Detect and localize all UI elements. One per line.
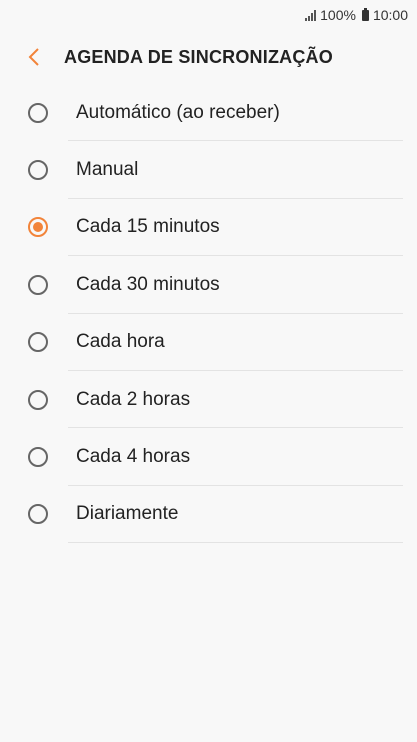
signal-icon xyxy=(305,9,317,21)
option-2-hours[interactable]: Cada 2 horas xyxy=(0,371,417,429)
option-hourly[interactable]: Cada hora xyxy=(0,314,417,371)
clock: 10:00 xyxy=(372,7,408,23)
page-title: AGENDA DE SINCRONIZAÇÃO xyxy=(64,46,333,67)
option-manual[interactable]: Manual xyxy=(0,141,417,199)
battery-icon xyxy=(361,7,369,21)
option-15-minutes[interactable]: Cada 15 minutos xyxy=(0,199,417,257)
option-label: Cada 30 minutos xyxy=(76,273,220,295)
radio-button[interactable] xyxy=(28,332,48,353)
option-label: Cada 2 horas xyxy=(76,388,191,410)
option-label: Diariamente xyxy=(76,503,179,525)
divider xyxy=(68,542,403,544)
app-header: AGENDA DE SINCRONIZAÇÃO xyxy=(0,30,417,84)
battery-percent: 100% xyxy=(320,7,356,23)
radio-button[interactable] xyxy=(28,504,48,525)
radio-button[interactable] xyxy=(28,160,48,181)
status-bar: 100% 10:00 xyxy=(0,0,417,30)
back-button[interactable] xyxy=(14,37,54,77)
option-label: Manual xyxy=(76,159,139,181)
radio-button[interactable] xyxy=(28,447,48,468)
option-4-hours[interactable]: Cada 4 horas xyxy=(0,428,417,486)
radio-button-selected[interactable] xyxy=(28,217,48,238)
radio-button[interactable] xyxy=(28,102,48,123)
option-daily[interactable]: Diariamente xyxy=(0,486,417,544)
radio-button[interactable] xyxy=(28,274,48,295)
sync-schedule-options: Automático (ao receber) Manual Cada 15 m… xyxy=(0,84,417,544)
chevron-left-icon xyxy=(28,48,39,66)
option-label: Automático (ao receber) xyxy=(76,101,280,123)
option-automatic[interactable]: Automático (ao receber) xyxy=(0,84,417,142)
option-30-minutes[interactable]: Cada 30 minutos xyxy=(0,256,417,314)
radio-button[interactable] xyxy=(28,389,48,410)
option-label: Cada 4 horas xyxy=(76,446,191,468)
option-label: Cada 15 minutos xyxy=(76,216,220,238)
option-label: Cada hora xyxy=(76,331,165,353)
